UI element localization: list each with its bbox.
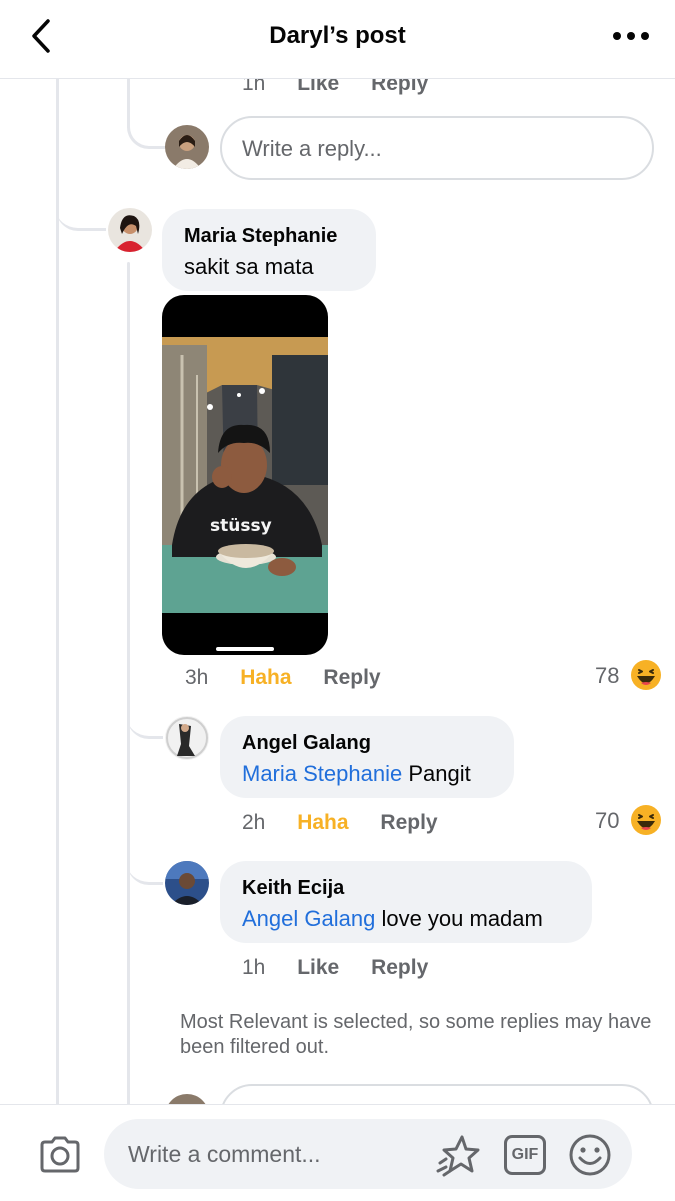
reply-input[interactable]: Write a reply...	[220, 116, 654, 180]
reply-placeholder: Write a reply...	[242, 136, 382, 161]
camera-icon	[40, 1136, 80, 1173]
gif-button[interactable]: GIF	[504, 1135, 546, 1175]
reply-text: Angel Galang love you madam	[242, 906, 543, 932]
gif-label: GIF	[511, 1146, 539, 1163]
haha-reaction-button[interactable]: Haha	[297, 811, 348, 834]
haha-emoji-icon	[630, 804, 662, 836]
reply-actions: 2h Haha Reply	[242, 811, 464, 835]
reply-body: Pangit	[402, 761, 471, 786]
avatar[interactable]	[165, 861, 209, 905]
mention-link[interactable]: Maria Stephanie	[242, 761, 402, 786]
smiley-icon	[569, 1134, 611, 1176]
reply-text: Maria Stephanie Pangit	[242, 761, 471, 787]
avatar[interactable]	[108, 208, 152, 252]
filter-notice: Most Relevant is selected, so some repli…	[180, 1011, 652, 1058]
thread-line-replies	[127, 262, 130, 1112]
reply-bubble: Angel Galang Maria Stephanie Pangit	[220, 716, 514, 798]
thread-connector-reply-box	[127, 100, 166, 149]
comment-image[interactable]: stüssy	[162, 295, 328, 655]
reply-actions: 1h Like Reply	[242, 956, 454, 980]
reply-button[interactable]: Reply	[371, 956, 428, 979]
reply-body: love you madam	[375, 906, 543, 931]
sticker-icon	[436, 1135, 480, 1177]
comment-actions: 3h Haha Reply	[185, 666, 407, 690]
comment-input[interactable]: Write a comment... GIF	[104, 1119, 632, 1189]
reply-button[interactable]: Reply	[323, 666, 380, 689]
sticker-button[interactable]	[436, 1133, 482, 1177]
page-title: Daryl’s post	[269, 22, 406, 49]
comment-author[interactable]: Maria Stephanie	[184, 225, 337, 248]
comment-placeholder: Write a comment...	[128, 1141, 321, 1167]
mention-link[interactable]: Angel Galang	[242, 906, 375, 931]
shirt-logo-text: stüssy	[210, 516, 272, 536]
reply-button[interactable]: Reply	[380, 811, 437, 834]
top-bar: Daryl’s post	[0, 0, 675, 79]
timestamp: 1h	[242, 956, 266, 979]
thread-connector-comment	[56, 180, 106, 231]
reaction-count[interactable]: 78	[595, 663, 619, 689]
timestamp: 2h	[242, 811, 266, 834]
reply-author[interactable]: Angel Galang	[242, 732, 471, 755]
reply-author[interactable]: Keith Ecija	[242, 877, 543, 900]
more-horizontal-icon	[613, 32, 649, 40]
haha-emoji-icon	[630, 659, 662, 691]
comment-text: sakit sa mata	[184, 254, 314, 279]
reaction-count[interactable]: 70	[595, 808, 619, 834]
timestamp: 3h	[185, 666, 209, 689]
current-user-avatar	[165, 125, 209, 169]
reply-bubble: Keith Ecija Angel Galang love you madam	[220, 861, 592, 943]
comment-bubble: Maria Stephanie sakit sa mata	[162, 209, 376, 291]
haha-reaction-button[interactable]: Haha	[240, 666, 291, 689]
like-button[interactable]: Like	[297, 956, 339, 979]
thread-connector-reply-2	[127, 842, 163, 885]
emoji-button[interactable]	[568, 1133, 612, 1177]
avatar[interactable]	[165, 716, 209, 760]
thread-connector-reply-1	[127, 700, 163, 739]
comment-composer: Write a comment... GIF	[0, 1104, 675, 1201]
camera-button[interactable]	[38, 1135, 82, 1175]
more-options-button[interactable]	[606, 22, 656, 50]
